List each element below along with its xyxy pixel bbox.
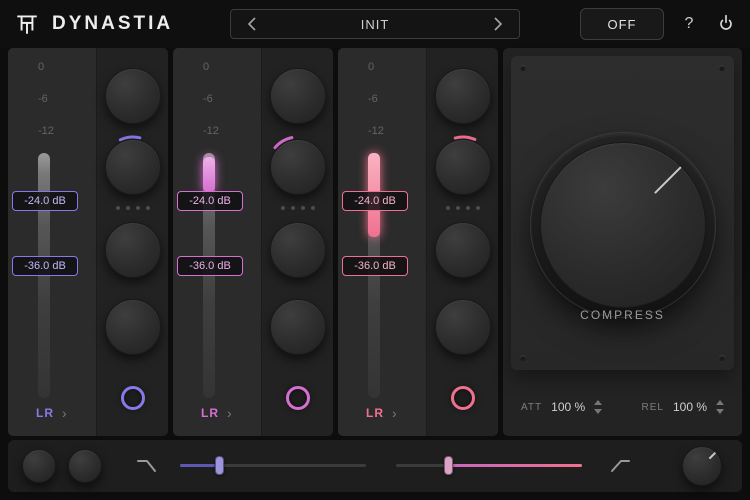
scale-label: -6 [368,93,378,105]
slider-handle[interactable] [444,456,454,475]
help-button[interactable]: ? [678,15,700,33]
stepper-up-down-icon[interactable] [716,400,724,414]
rel-label: REL [641,401,664,413]
threshold-high-label[interactable]: -24.0 dB [12,191,78,211]
bottom-knob-1[interactable] [22,449,56,483]
knob-indicator [621,166,682,226]
preset-selector: INIT [230,9,520,39]
threshold-low-label[interactable]: -36.0 dB [177,256,243,276]
band3-knob-b-wrap [429,133,497,201]
band-strip-2: 0 -6 -12 -24.0 dB -36.0 dB LR › [173,48,333,436]
channel-label: LR [366,406,384,420]
band1-knob-c[interactable] [105,222,161,278]
meter-signal-segment [203,157,215,192]
compressor-faceplate: COMPRESS [511,56,734,370]
band3-knob-d[interactable] [435,299,491,355]
band1-meter-column: 0 -6 -12 -24.0 dB -36.0 dB LR › [8,48,96,436]
att-label: ATT [521,401,543,413]
knob-indicator [701,451,717,467]
lowpass-filter-icon [137,460,156,472]
channel-label: LR [201,406,219,420]
band3-listen-ring-button[interactable] [450,386,475,410]
band1-knob-b-wrap [99,133,167,201]
slider-fill [180,464,216,467]
compressor-panel: COMPRESS ATT 100 % REL 100 % [503,48,742,436]
main-area: 0 -6 -12 -24.0 dB -36.0 dB LR › 0 -6 -12… [0,48,750,436]
band2-knob-column [261,48,333,436]
compress-knob-ring [529,132,716,318]
band1-knob-a[interactable] [105,68,161,124]
divider-dots [445,206,480,210]
preset-prev-icon[interactable] [241,13,263,35]
threshold-high-label[interactable]: -24.0 dB [342,191,408,211]
bypass-button[interactable]: OFF [580,8,664,40]
band2-knob-b[interactable] [270,139,326,195]
chevron-right-icon: › [62,405,67,421]
chevron-right-icon: › [227,405,232,421]
att-value[interactable]: 100 % [551,400,585,414]
band1-knob-d[interactable] [105,299,161,355]
band2-knob-d[interactable] [270,299,326,355]
high-crossover-slider [396,456,582,476]
band-strip-1: 0 -6 -12 -24.0 dB -36.0 dB LR › [8,48,168,436]
band1-knob-b[interactable] [105,139,161,195]
divider-dots [280,206,315,210]
preset-name[interactable]: INIT [361,17,390,32]
channel-selector[interactable]: LR › [201,405,232,421]
att-param: ATT 100 % [521,400,603,414]
highpass-filter-icon [611,460,630,472]
preset-next-icon[interactable] [487,13,509,35]
header-bar: DYNASTIA INIT OFF ? [0,0,750,48]
band2-knob-c[interactable] [270,222,326,278]
channel-label: LR [36,406,54,420]
screw-icon [520,355,526,361]
slider-fill [444,464,582,467]
scale-label: 0 [368,61,375,73]
scale-label: -12 [368,125,384,137]
scale-label: -12 [203,125,219,137]
band2-meter-column: 0 -6 -12 -24.0 dB -36.0 dB LR › [173,48,261,436]
slider-handle[interactable] [215,456,225,475]
power-icon[interactable] [714,12,738,36]
app-logo-icon [12,9,42,39]
scale-label: -12 [38,125,54,137]
stepper-up-down-icon[interactable] [594,400,603,414]
bottom-knob-2[interactable] [68,449,102,483]
threshold-low-label[interactable]: -36.0 dB [342,256,408,276]
low-crossover-slider [180,456,366,476]
scale-label: -6 [38,93,48,105]
att-rel-row: ATT 100 % REL 100 % [503,378,742,436]
band3-knob-a[interactable] [435,68,491,124]
threshold-low-label[interactable]: -36.0 dB [12,256,78,276]
band1-knob-column [96,48,168,436]
band2-knob-a[interactable] [270,68,326,124]
band2-knob-b-wrap [264,133,332,201]
band3-knob-c[interactable] [435,222,491,278]
channel-selector[interactable]: LR › [366,405,397,421]
screw-icon [520,65,526,71]
band1-listen-ring-button[interactable] [120,386,145,410]
screw-icon [719,65,725,71]
channel-selector[interactable]: LR › [36,405,67,421]
band2-listen-ring-button[interactable] [285,386,310,410]
band3-knob-column [426,48,498,436]
band3-knob-b[interactable] [435,139,491,195]
scale-label: 0 [203,61,210,73]
chevron-right-icon: › [392,405,397,421]
band-strip-3: 0 -6 -12 -24.0 dB -36.0 dB LR › [338,48,498,436]
band3-meter-column: 0 -6 -12 -24.0 dB -36.0 dB LR › [338,48,426,436]
compress-label: COMPRESS [580,308,665,322]
screw-icon [719,355,725,361]
compress-knob[interactable] [539,142,706,308]
rel-param: REL 100 % [642,400,724,414]
bottom-bar [8,440,742,492]
divider-dots [115,206,150,210]
scale-label: -6 [203,93,213,105]
master-output-knob[interactable] [682,446,722,486]
threshold-high-label[interactable]: -24.0 dB [177,191,243,211]
rel-value[interactable]: 100 % [673,400,707,414]
app-title: DYNASTIA [52,13,174,34]
scale-label: 0 [38,61,45,73]
